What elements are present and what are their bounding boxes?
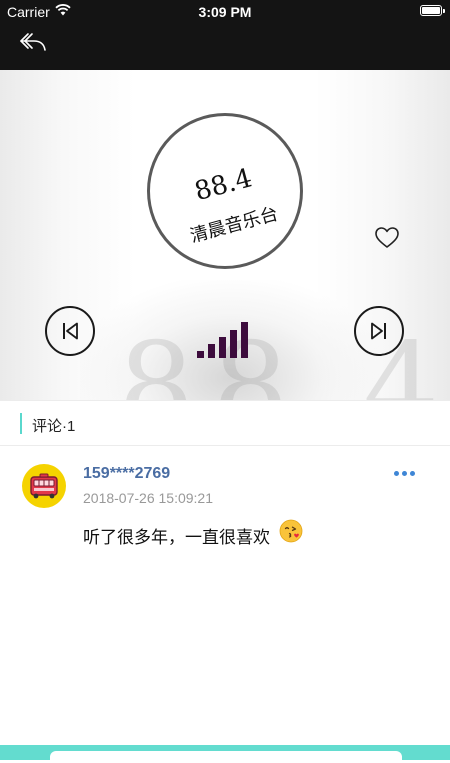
signal-bars-icon	[197, 320, 249, 358]
kissing-face-emoji	[279, 519, 303, 543]
previous-station-button[interactable]	[45, 306, 95, 356]
comment-username[interactable]: 159****2769	[83, 465, 170, 483]
signal-bar	[230, 330, 237, 358]
next-station-button[interactable]	[354, 306, 404, 356]
header-accent-bar	[20, 413, 22, 434]
more-dot	[394, 471, 399, 476]
comment-input-bar	[0, 745, 450, 763]
more-dot	[410, 471, 415, 476]
avatar[interactable]	[22, 464, 66, 508]
back-arrow-icon	[20, 33, 46, 51]
skip-previous-icon	[63, 322, 78, 340]
signal-bar	[241, 322, 248, 358]
more-options-button[interactable]	[394, 471, 416, 479]
clock: 3:09 PM	[198, 4, 252, 20]
comments-header: 评论·1	[0, 400, 450, 446]
heart-outline-icon	[375, 227, 399, 248]
comment-input[interactable]	[50, 751, 402, 763]
status-bar: Carrier 3:09 PM	[0, 0, 450, 24]
signal-bar	[219, 337, 226, 358]
battery-icon	[420, 5, 445, 16]
comment-timestamp: 2018-07-26 15:09:21	[83, 490, 213, 506]
bus-avatar-icon	[30, 473, 58, 499]
back-button[interactable]	[18, 30, 54, 60]
favorite-button[interactable]	[374, 226, 400, 250]
comment-text: 听了很多年，一直很喜欢	[83, 528, 270, 547]
skip-next-icon	[371, 322, 386, 340]
more-dot	[402, 471, 407, 476]
comment-item: 159****2769 2018-07-26 15:09:21 听了很多年，一直…	[0, 447, 450, 567]
signal-bar	[197, 351, 204, 358]
signal-bar	[208, 344, 215, 358]
comments-title: 评论·1	[32, 418, 76, 435]
station-dial: 88.4 清晨音乐台	[147, 113, 303, 269]
navigation-bar	[0, 24, 450, 70]
radio-player: 88.4 88.4 清晨音乐台	[0, 70, 450, 400]
